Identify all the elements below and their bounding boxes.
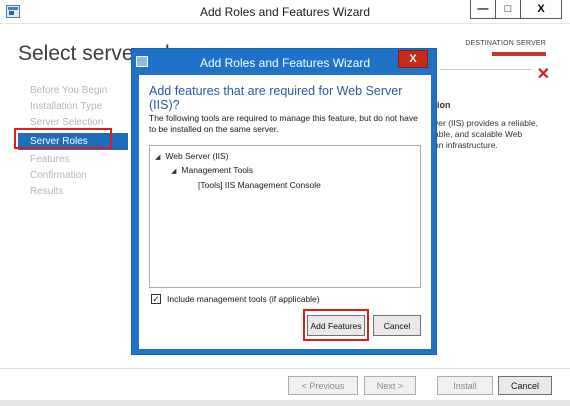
dialog-body: Add features that are required for Web S… <box>139 75 431 349</box>
description-line: on infrastructure. <box>434 140 498 150</box>
nav-item-confirmation[interactable]: Confirmation <box>18 168 128 184</box>
nav-item-before-you-begin[interactable]: Before You Begin <box>18 83 128 99</box>
nav-item-results[interactable]: Results <box>18 184 128 200</box>
tree-node-label: Web Server (IIS) <box>165 151 229 161</box>
description-text: ver (IIS) provides a reliable, able, and… <box>434 118 564 151</box>
include-management-tools-label: Include management tools (if applicable) <box>167 294 320 304</box>
window-bottom-edge <box>0 400 570 406</box>
tree-node-iis-management-console[interactable]: [Tools] IIS Management Console <box>198 180 321 190</box>
window-controls: — □ X <box>470 0 562 19</box>
dialog-cancel-button[interactable]: Cancel <box>373 315 421 336</box>
error-close-icon[interactable]: ✕ <box>537 64 550 84</box>
tree-node-management-tools[interactable]: ◢ Management Tools <box>171 165 253 175</box>
next-button[interactable]: Next > <box>364 376 416 395</box>
add-features-dialog: Add Roles and Features Wizard X Add feat… <box>131 48 437 355</box>
description-line: able, and scalable Web <box>434 129 523 139</box>
destination-server-indicator <box>492 52 546 56</box>
minimize-button[interactable]: — <box>470 0 496 19</box>
header-divider <box>440 69 532 70</box>
destination-server-label: DESTINATION SERVER <box>465 40 546 47</box>
install-button[interactable]: Install <box>437 376 493 395</box>
nav-item-installation-type[interactable]: Installation Type <box>18 99 128 115</box>
dialog-heading: Add features that are required for Web S… <box>149 84 403 112</box>
nav-item-features[interactable]: Features <box>18 152 128 168</box>
required-features-tree: ◢ Web Server (IIS) ◢ Management Tools [Too… <box>149 145 421 288</box>
cancel-wizard-button[interactable]: Cancel <box>498 376 552 395</box>
server-roles-highlight <box>14 128 112 149</box>
description-line: ver (IIS) provides a reliable, <box>434 118 538 128</box>
maximize-button[interactable]: □ <box>495 0 521 19</box>
window-title-bar: Add Roles and Features Wizard — □ X <box>0 0 570 24</box>
dialog-close-button[interactable]: X <box>398 50 428 68</box>
add-features-button[interactable]: Add Features <box>307 315 365 336</box>
collapse-arrow-icon[interactable]: ◢ <box>171 168 176 175</box>
dialog-description: The following tools are required to mana… <box>149 113 418 134</box>
dialog-title: Add Roles and Features Wizard <box>199 56 371 70</box>
collapse-arrow-icon[interactable]: ◢ <box>155 154 160 161</box>
close-window-button[interactable]: X <box>520 0 562 19</box>
include-management-tools-checkbox[interactable]: ✓ <box>151 294 161 304</box>
include-management-tools-option[interactable]: ✓ Include management tools (if applicabl… <box>151 294 320 304</box>
tree-node-web-server[interactable]: ◢ Web Server (IIS) <box>155 151 229 161</box>
dialog-title-bar: Add Roles and Features Wizard X <box>132 49 438 74</box>
previous-button[interactable]: < Previous <box>288 376 358 395</box>
tree-node-label: Management Tools <box>181 165 254 175</box>
